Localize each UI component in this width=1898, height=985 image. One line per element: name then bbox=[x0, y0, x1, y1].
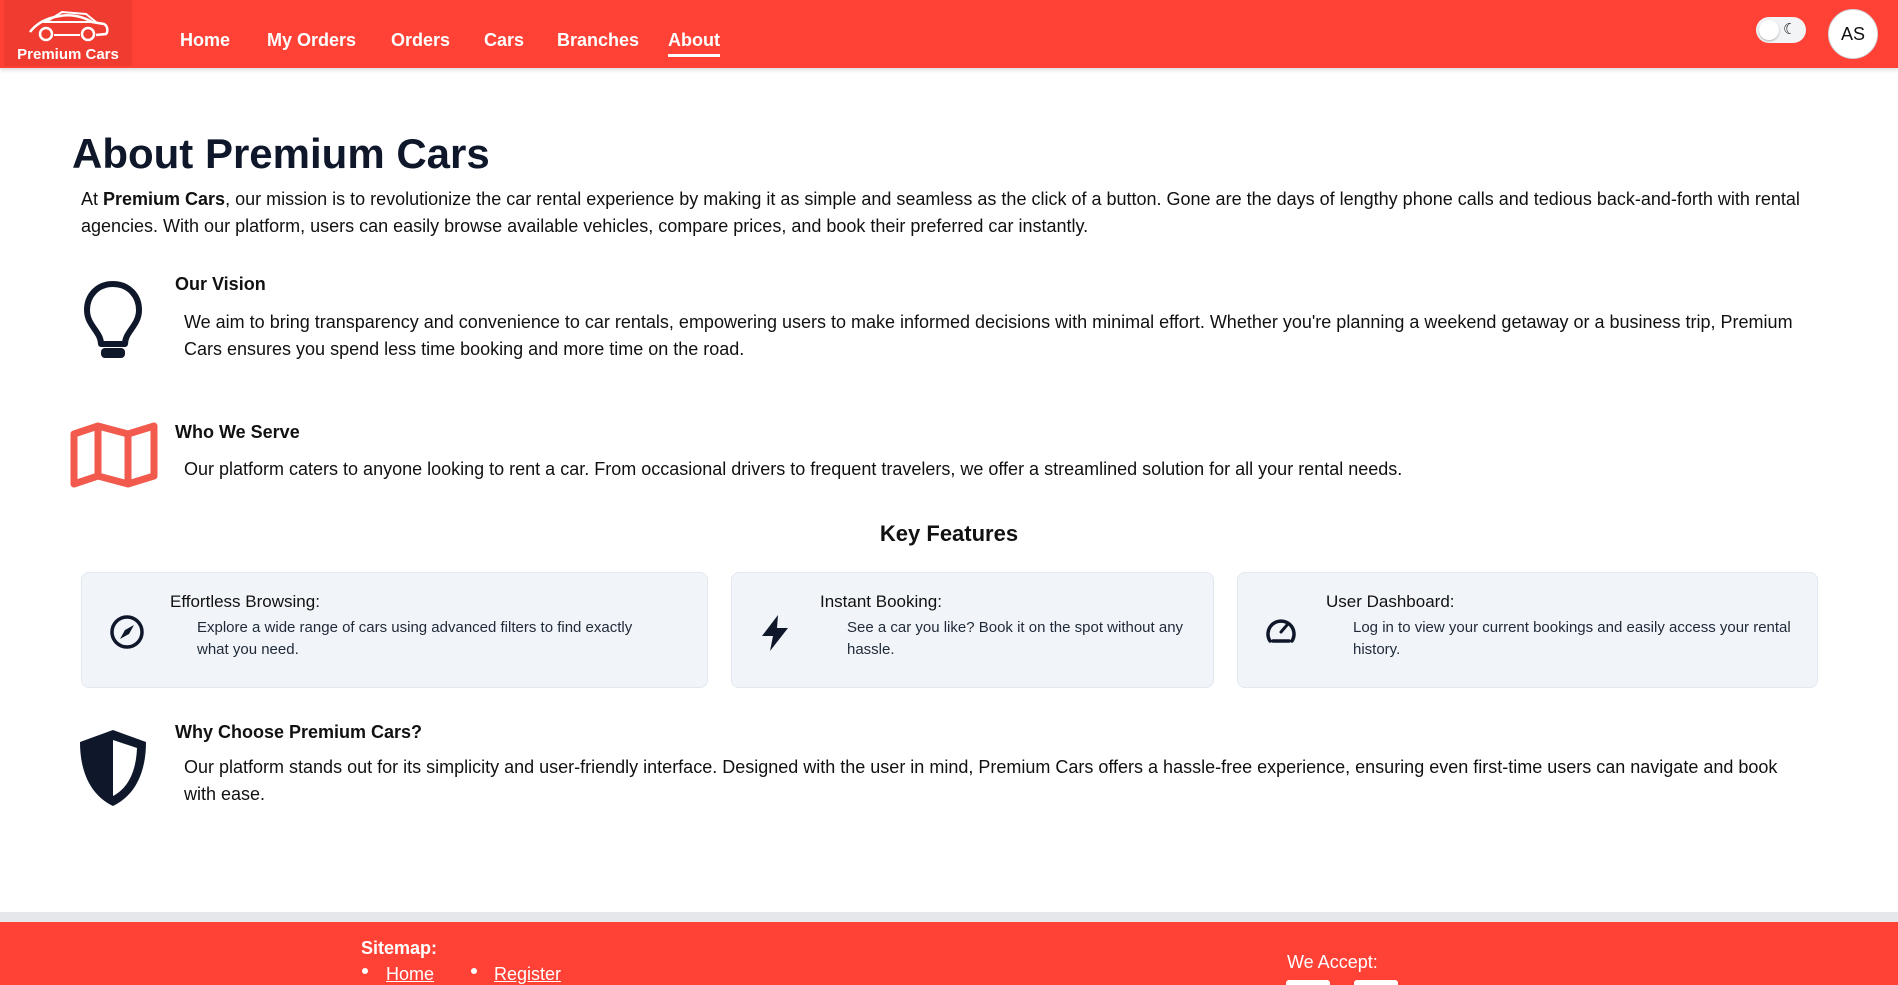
feature-title: Effortless Browsing: bbox=[170, 592, 320, 611]
user-avatar[interactable]: AS bbox=[1828, 9, 1878, 59]
vision-title: Our Vision bbox=[175, 274, 266, 294]
who-we-serve-title: Who We Serve bbox=[175, 422, 300, 442]
nav-link-my-orders[interactable]: My Orders bbox=[267, 30, 356, 51]
lightning-bolt-icon bbox=[762, 615, 788, 651]
feature-title: User Dashboard: bbox=[1326, 592, 1455, 611]
why-choose-text: Our platform stands out for its simplici… bbox=[184, 757, 1778, 804]
nav-link-about[interactable]: About bbox=[668, 30, 720, 57]
car-logo-icon bbox=[29, 10, 109, 42]
shield-icon bbox=[80, 730, 146, 806]
footer: Sitemap: Home Register We Accept: bbox=[0, 922, 1898, 985]
footer-divider bbox=[0, 912, 1898, 922]
key-features-title: Key Features bbox=[879, 521, 1019, 546]
payment-card-icon bbox=[1286, 980, 1330, 985]
feature-card-dashboard: User Dashboard: Log in to view your curr… bbox=[1237, 572, 1818, 688]
bullet bbox=[362, 968, 368, 974]
feature-card-booking: Instant Booking: See a car you like? Boo… bbox=[731, 572, 1214, 688]
who-we-serve-text: Our platform caters to anyone looking to… bbox=[184, 459, 1403, 479]
toggle-knob bbox=[1759, 20, 1779, 40]
logo-text: Premium Cars bbox=[17, 46, 119, 63]
feature-text: See a car you like? Book it on the spot … bbox=[847, 619, 1184, 658]
footer-link-register[interactable]: Register bbox=[494, 964, 561, 985]
feature-title: Instant Booking: bbox=[820, 592, 942, 611]
speedometer-icon bbox=[1266, 619, 1296, 643]
nav-link-branches[interactable]: Branches bbox=[557, 30, 639, 51]
feature-card-browsing: Effortless Browsing: Explore a wide rang… bbox=[81, 572, 708, 688]
intro-brand: Premium Cars bbox=[103, 189, 226, 209]
logo[interactable]: Premium Cars bbox=[4, 0, 132, 66]
page-title: About Premium Cars bbox=[72, 130, 490, 177]
sitemap-label: Sitemap: bbox=[361, 938, 438, 958]
nav-link-cars[interactable]: Cars bbox=[484, 30, 524, 51]
payment-card-icon bbox=[1354, 980, 1398, 985]
top-navbar: Premium Cars Home My Orders Orders Cars … bbox=[0, 0, 1898, 68]
nav-link-home[interactable]: Home bbox=[180, 30, 230, 51]
feature-text: Log in to view your current bookings and… bbox=[1353, 619, 1791, 658]
intro-paragraph: At Premium Cars, our mission is to revol… bbox=[81, 186, 1811, 240]
intro-prefix: At bbox=[81, 189, 104, 209]
vision-text: We aim to bring transparency and conveni… bbox=[184, 312, 1793, 359]
compass-icon bbox=[110, 615, 144, 649]
dark-mode-toggle[interactable]: ☾ bbox=[1756, 17, 1806, 43]
lightbulb-icon bbox=[84, 281, 142, 358]
intro-rest: , our mission is to revolutionize the ca… bbox=[81, 189, 1800, 236]
bullet bbox=[471, 968, 477, 974]
map-icon bbox=[70, 422, 158, 488]
footer-link-home[interactable]: Home bbox=[386, 964, 434, 985]
we-accept-label: We Accept: bbox=[1287, 952, 1378, 972]
moon-icon: ☾ bbox=[1783, 21, 1797, 38]
feature-text: Explore a wide range of cars using advan… bbox=[197, 619, 633, 658]
why-choose-title: Why Choose Premium Cars? bbox=[175, 722, 423, 742]
nav-link-orders[interactable]: Orders bbox=[391, 30, 450, 51]
